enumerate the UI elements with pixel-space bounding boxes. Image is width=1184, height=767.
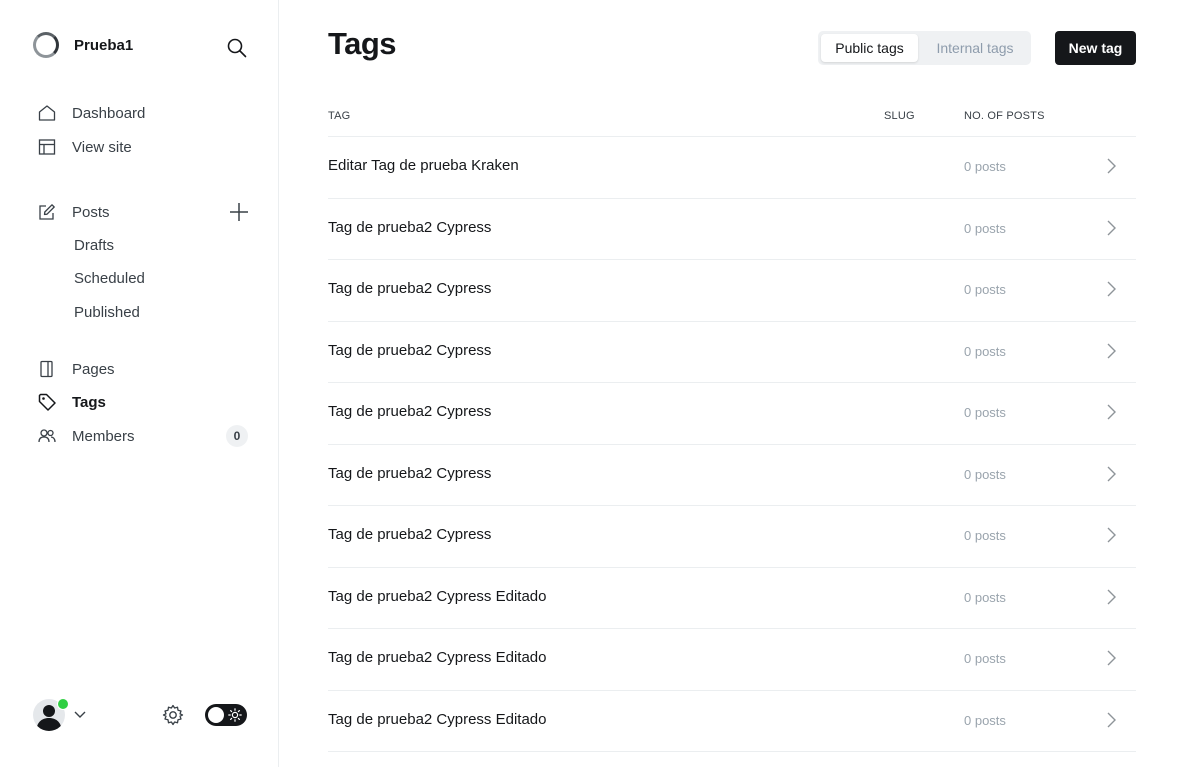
nav-view-site-label: View site [72, 138, 132, 156]
table-row[interactable]: Tag de prueba2 Cypress 0 posts [328, 322, 1136, 383]
table-row[interactable]: Tag de prueba2 Cypress 0 posts [328, 199, 1136, 260]
online-status-dot [57, 698, 69, 710]
table-row[interactable]: Tag de prueba2 Cypress Editado 0 posts [328, 691, 1136, 752]
table-row[interactable]: Tag de prueba2 Cypress Editado 0 posts [328, 568, 1136, 629]
nav-members[interactable]: Members [38, 424, 135, 448]
sun-icon [228, 708, 242, 722]
site-brand[interactable]: Prueba1 [33, 32, 133, 58]
tag-post-count: 0 posts [964, 528, 1006, 543]
chevron-right-icon [1107, 466, 1116, 481]
toggle-knob [208, 707, 224, 723]
site-name: Prueba1 [74, 36, 134, 54]
tag-post-count: 0 posts [964, 405, 1006, 420]
tag-post-count: 0 posts [964, 282, 1006, 297]
chevron-right-icon [1107, 158, 1116, 174]
chevron-right-icon [1107, 650, 1116, 666]
gear-icon[interactable] [162, 704, 184, 726]
layout-icon [38, 138, 56, 156]
tag-post-count: 0 posts [964, 466, 1006, 482]
sidebar: Prueba1 Dashboard View site Posts Drafts… [0, 0, 279, 767]
nav-dashboard[interactable]: Dashboard [38, 101, 145, 125]
site-logo [33, 32, 59, 58]
chevron-right-icon [1107, 712, 1116, 727]
table-row[interactable]: Tag de prueba2 Cypress Editado 0 posts [328, 629, 1136, 691]
members-count-badge: 0 [226, 425, 248, 447]
table-row[interactable]: Tag de prueba2 Cypress 0 posts [328, 260, 1136, 322]
nav-pages[interactable]: Pages [38, 357, 115, 381]
tag-name: Tag de prueba2 Cypress Editado [328, 587, 547, 605]
tag-name: Tag de prueba2 Cypress [328, 280, 492, 297]
nav-scheduled[interactable]: Scheduled [74, 270, 145, 287]
home-icon [38, 104, 56, 122]
nav-published[interactable]: Published [74, 304, 140, 321]
tag-name: Tag de prueba2 Cypress [328, 403, 492, 420]
tag-post-count: 0 posts [964, 159, 1006, 174]
nav-tags-label: Tags [72, 393, 106, 411]
chevron-down-icon[interactable] [73, 707, 87, 721]
tag-name: Tag de prueba2 Cypress Editado [328, 649, 547, 666]
tag-name: Tag de prueba2 Cypress [328, 526, 492, 543]
tag-name: Tag de prueba2 Cypress [328, 341, 492, 359]
nav-members-label: Members [72, 427, 135, 445]
tag-name: Tag de prueba2 Cypress [328, 218, 492, 236]
new-tag-button[interactable]: New tag [1055, 31, 1136, 65]
page-title: Tags [328, 26, 397, 61]
plus-icon [230, 203, 248, 221]
search-icon[interactable] [226, 37, 248, 59]
tag-name: Tag de prueba2 Cypress Editado [328, 710, 547, 728]
tab-public-tags[interactable]: Public tags [821, 34, 918, 62]
new-post-button[interactable] [229, 202, 249, 222]
nav-posts-label: Posts [72, 203, 110, 221]
tag-post-count: 0 posts [964, 589, 1006, 605]
edit-icon [38, 203, 56, 221]
nav-drafts[interactable]: Drafts [74, 237, 114, 254]
page-icon [38, 360, 56, 378]
tag-name: Tag de prueba2 Cypress [328, 464, 492, 482]
chevron-right-icon [1107, 220, 1116, 235]
table-row[interactable]: Tag de prueba2 Cypress 0 posts [328, 506, 1136, 568]
table-row[interactable]: Editar Tag de prueba Kraken 0 posts [328, 137, 1136, 199]
chevron-right-icon [1107, 343, 1116, 358]
chevron-right-icon [1107, 281, 1116, 297]
nav-pages-label: Pages [72, 360, 115, 378]
column-header-slug: SLUG [884, 110, 915, 122]
members-icon [38, 427, 56, 445]
tab-internal-tags[interactable]: Internal tags [922, 34, 1028, 62]
tag-post-count: 0 posts [964, 712, 1006, 728]
chevron-right-icon [1107, 527, 1116, 543]
tag-post-count: 0 posts [964, 343, 1006, 359]
nav-tags[interactable]: Tags [38, 390, 106, 414]
table-row[interactable]: Tag de prueba2 Cypress 0 posts [328, 383, 1136, 445]
nav-posts[interactable]: Posts [38, 200, 110, 224]
nav-dashboard-label: Dashboard [72, 104, 146, 122]
theme-toggle[interactable] [205, 704, 247, 726]
tags-list: Editar Tag de prueba Kraken 0 posts Tag d… [328, 137, 1136, 752]
chevron-right-icon [1107, 589, 1116, 604]
tag-post-count: 0 posts [964, 651, 1006, 666]
sidebar-footer [33, 697, 249, 733]
tag-icon [38, 393, 56, 411]
chevron-right-icon [1107, 404, 1116, 420]
table-row[interactable]: Tag de prueba2 Cypress 0 posts [328, 445, 1136, 506]
tag-name: Editar Tag de prueba Kraken [328, 157, 519, 174]
tag-type-switch: Public tags Internal tags [818, 31, 1031, 65]
nav-view-site[interactable]: View site [38, 135, 132, 159]
column-header-tag: TAG [328, 110, 351, 122]
column-header-posts: NO. OF POSTS [964, 110, 1045, 122]
tag-post-count: 0 posts [964, 220, 1006, 236]
